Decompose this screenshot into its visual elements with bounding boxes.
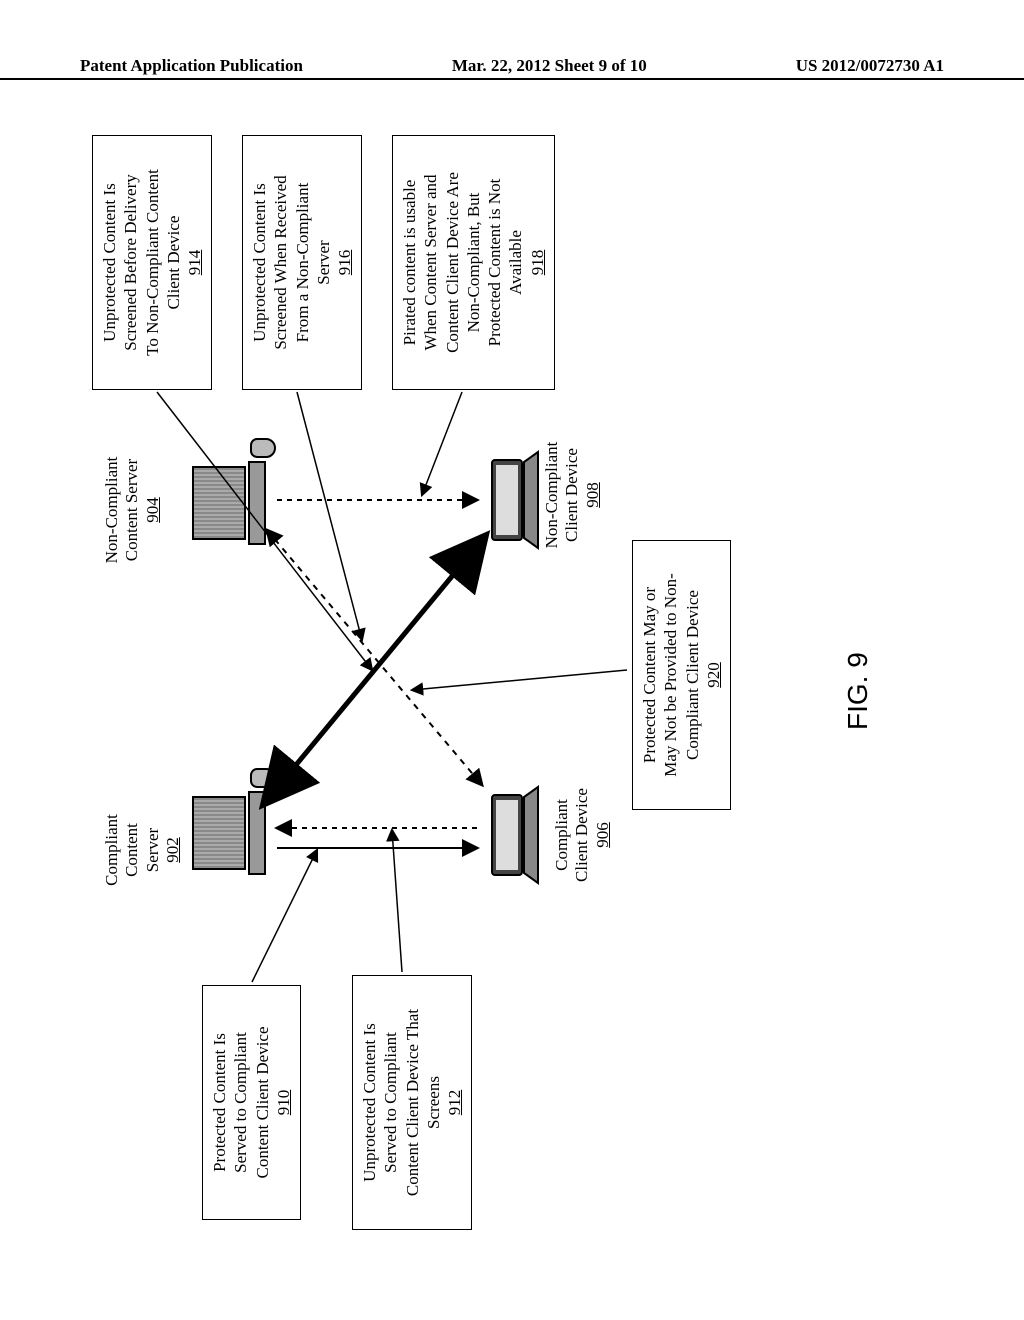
box-912: Unprotected Content Is Served to Complia…	[352, 975, 472, 1230]
box-914-ref: 914	[184, 142, 205, 383]
noncompliant-server-ref: 904	[143, 430, 163, 590]
figure-label: FIG. 9	[842, 652, 874, 730]
compliant-server-label: CompliantContentServer 902	[102, 790, 184, 910]
noncompliant-client-ref: 908	[583, 420, 603, 570]
box-912-l2: Served to Compliant	[381, 1032, 400, 1173]
noncompliant-server-label: Non-CompliantContent Server 904	[102, 430, 163, 590]
box-912-l3: Content Client Device That	[403, 1009, 422, 1196]
page-header: Patent Application Publication Mar. 22, …	[0, 56, 1024, 80]
compliant-client-ref: 906	[593, 770, 613, 900]
box-912-l1: Unprotected Content Is	[360, 1023, 379, 1182]
box-918-ref: 918	[527, 142, 548, 383]
box-914-l4: Client Device	[164, 216, 183, 310]
box-914-l1: Unprotected Content Is	[100, 183, 119, 342]
compliant-server-label-text: CompliantContentServer	[102, 814, 162, 886]
box-920-l2: May Not be Provided to Non-	[661, 573, 680, 777]
box-916-l2: Screened When Received	[271, 175, 290, 349]
box-920-ref: 920	[703, 547, 724, 803]
box-916-l3: From a Non-Compliant	[293, 183, 312, 343]
noncompliant-client-label-text: Non-CompliantClient Device	[542, 442, 581, 549]
box-920-l3: Compliant Client Device	[683, 590, 702, 760]
box-920: Protected Content May or May Not be Prov…	[632, 540, 731, 810]
box-920-l1: Protected Content May or	[640, 587, 659, 763]
noncompliant-server-label-text: Non-CompliantContent Server	[102, 457, 141, 564]
header-right: US 2012/0072730 A1	[796, 56, 944, 76]
box-912-ref: 912	[444, 982, 465, 1223]
box-918-l3: Content Client Device Are	[443, 172, 462, 353]
box-916-ref: 916	[334, 142, 355, 383]
compliant-server-icon	[192, 790, 302, 880]
box-918-l5: Protected Content is Not	[485, 179, 504, 347]
noncompliant-client-label: Non-CompliantClient Device 908	[542, 420, 603, 570]
box-910-l2: Served to Compliant	[231, 1032, 250, 1173]
box-918-l1: Pirated content is usable	[400, 180, 419, 346]
box-918: Pirated content is usable When Content S…	[392, 135, 555, 390]
box-912-l4: Screens	[424, 1076, 443, 1129]
compliant-client-label-text: CompliantClient Device	[552, 788, 591, 882]
noncompliant-client-icon	[482, 450, 542, 550]
header-left: Patent Application Publication	[80, 56, 303, 76]
box-918-l2: When Content Server and	[421, 174, 440, 350]
box-916-l1: Unprotected Content Is	[250, 183, 269, 342]
box-918-l4: Non-Compliant, But	[464, 193, 483, 333]
box-914-l3: To Non-Compliant Content	[143, 169, 162, 356]
box-910: Protected Content Is Served to Compliant…	[202, 985, 301, 1220]
box-916: Unprotected Content Is Screened When Rec…	[242, 135, 362, 390]
compliant-client-icon	[482, 785, 542, 885]
header-center: Mar. 22, 2012 Sheet 9 of 10	[452, 56, 647, 76]
box-910-ref: 910	[273, 992, 294, 1213]
noncompliant-server-icon	[192, 460, 302, 550]
box-918-l6: Available	[506, 230, 525, 295]
box-910-l1: Protected Content Is	[210, 1033, 229, 1172]
box-910-l3: Content Client Device	[253, 1026, 272, 1178]
compliant-client-label: CompliantClient Device 906	[552, 770, 613, 900]
box-914: Unprotected Content Is Screened Before D…	[92, 135, 212, 390]
box-914-l2: Screened Before Delivery	[121, 174, 140, 351]
figure-9-diagram: Protected Content Is Served to Compliant…	[62, 130, 962, 1230]
compliant-server-ref: 902	[163, 790, 183, 910]
box-916-l4: Server	[314, 240, 333, 284]
